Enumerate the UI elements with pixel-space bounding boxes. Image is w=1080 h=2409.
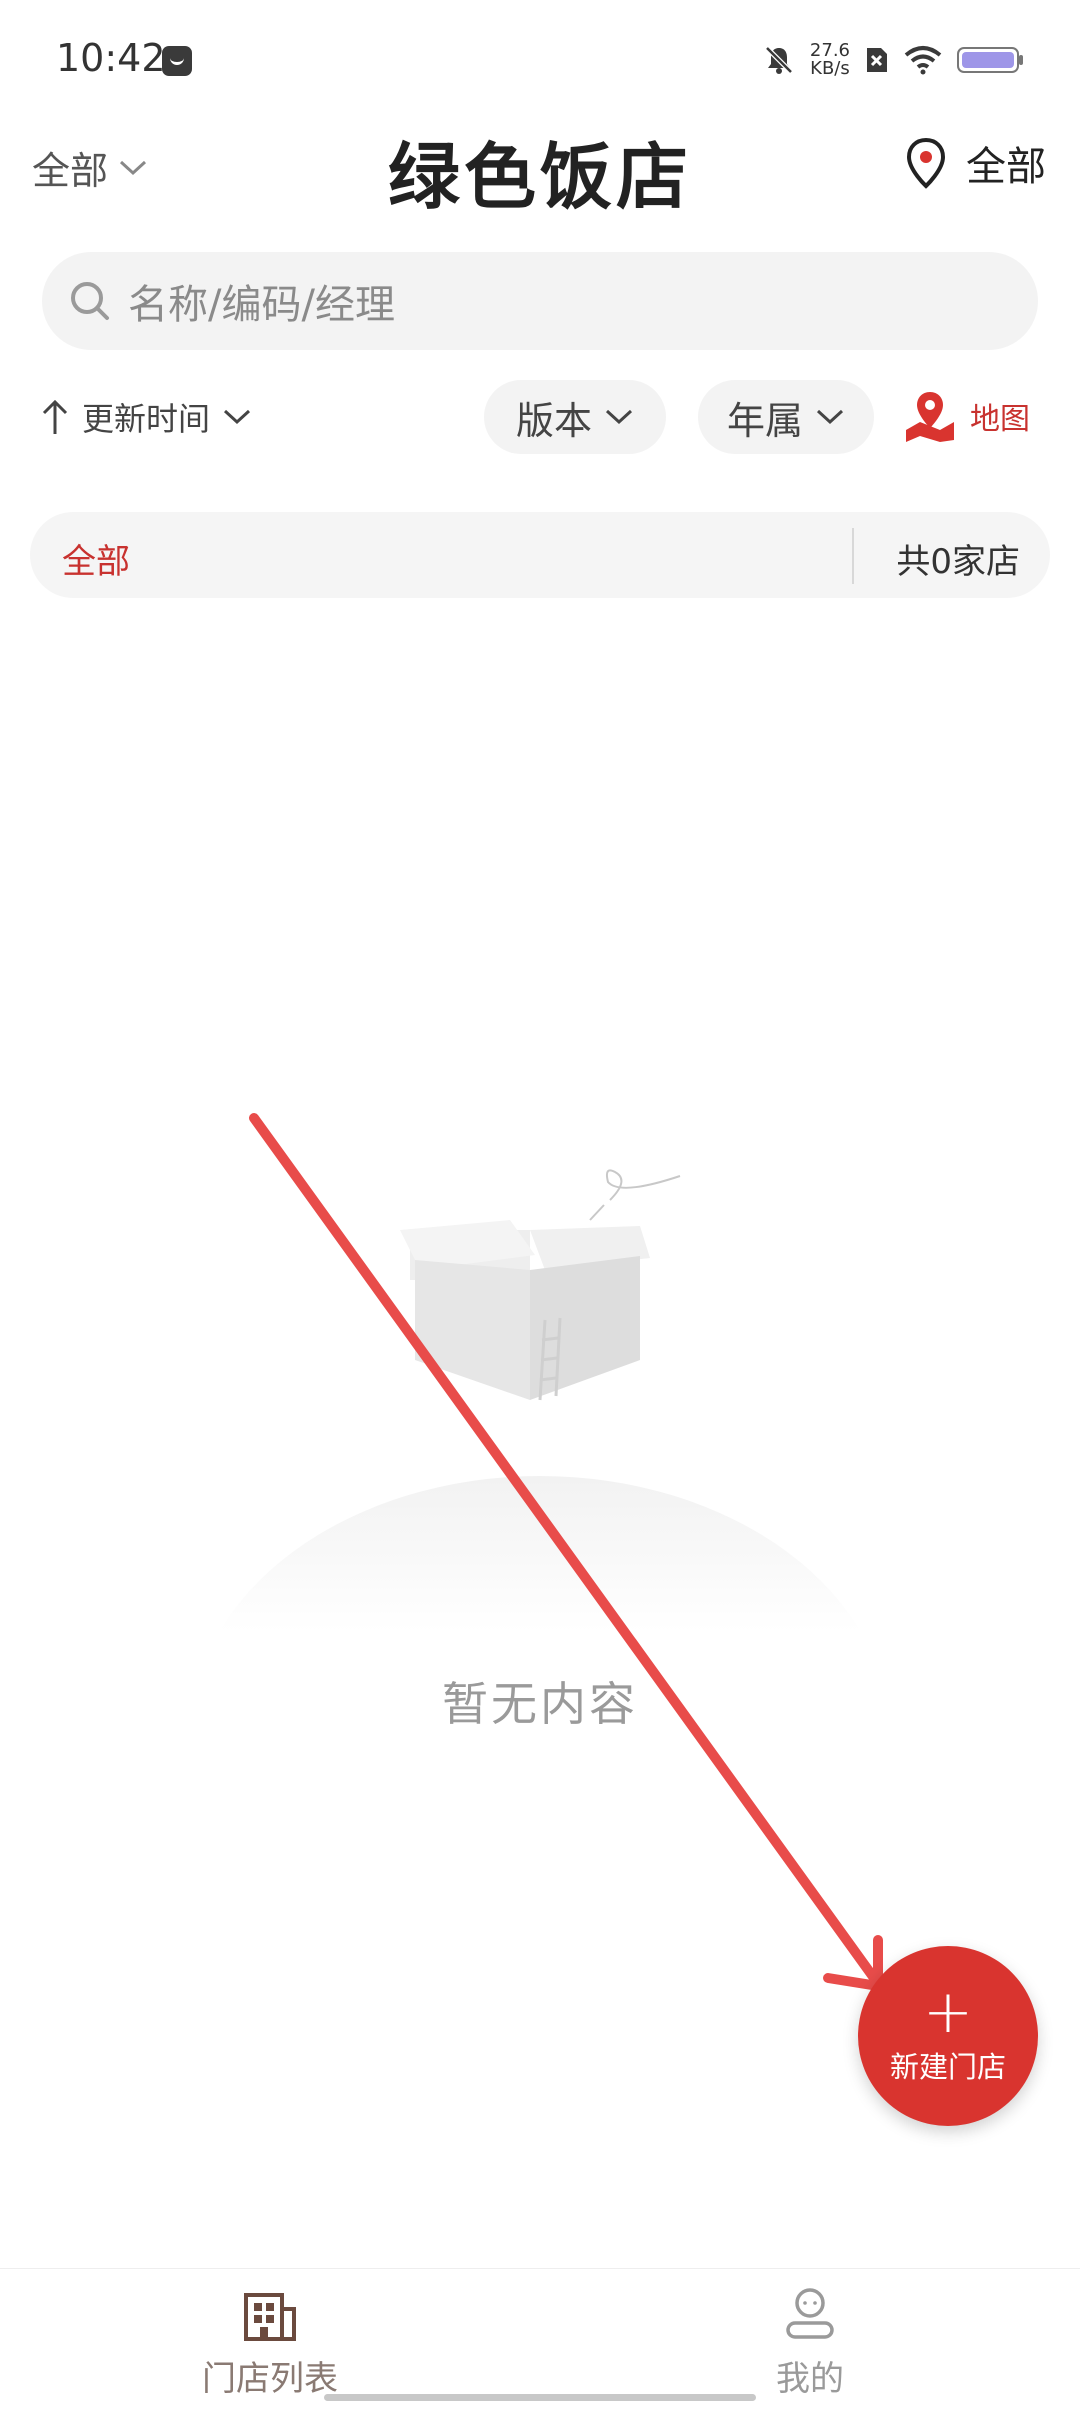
tab-all[interactable]: 全部 bbox=[62, 534, 130, 583]
version-filter[interactable]: 版本 bbox=[484, 380, 666, 454]
network-speed-unit: KB/s bbox=[810, 58, 850, 79]
nav-mine[interactable]: 我的 bbox=[710, 2285, 910, 2400]
location-label: 全部 bbox=[966, 144, 1046, 190]
chevron-down-icon bbox=[224, 409, 251, 425]
category-bar: 全部 共0家店 bbox=[30, 512, 1050, 598]
message-icon bbox=[162, 46, 192, 76]
version-label: 版本 bbox=[515, 398, 592, 443]
empty-state-text: 暂无内容 bbox=[442, 1677, 638, 1731]
empty-box-icon bbox=[400, 1169, 681, 1401]
home-indicator[interactable] bbox=[324, 2394, 756, 2401]
network-speed: 27.6 KB/s bbox=[810, 42, 850, 78]
plus-icon: + bbox=[922, 1977, 974, 2047]
sort-label: 更新时间 bbox=[82, 400, 211, 438]
battery-icon bbox=[957, 47, 1023, 73]
map-label: 地图 bbox=[970, 402, 1030, 437]
search-input[interactable]: 名称/编码/经理 bbox=[42, 252, 1038, 350]
search-placeholder: 名称/编码/经理 bbox=[128, 282, 395, 328]
year-label: 年属 bbox=[726, 398, 803, 443]
chevron-down-icon bbox=[605, 409, 633, 425]
map-pin-icon bbox=[906, 392, 954, 442]
status-time: 10:42 bbox=[56, 36, 166, 80]
profile-icon bbox=[786, 2288, 834, 2339]
bottom-nav: 门店列表 我的 bbox=[0, 2268, 1080, 2409]
nav-store-list-label: 门店列表 bbox=[202, 2359, 338, 2399]
year-filter[interactable]: 年属 bbox=[698, 380, 874, 454]
search-icon bbox=[71, 282, 109, 320]
new-store-label: 新建门店 bbox=[889, 2050, 1006, 2084]
store-grid-icon bbox=[244, 2293, 296, 2341]
no-sim-icon bbox=[867, 48, 887, 72]
nav-store-list[interactable]: 门店列表 bbox=[170, 2285, 370, 2400]
map-button[interactable]: 地图 bbox=[902, 388, 1030, 444]
wifi-icon bbox=[904, 46, 942, 75]
new-store-button[interactable]: + 新建门店 bbox=[858, 1946, 1038, 2126]
location-filter[interactable]: 全部 bbox=[904, 134, 1046, 192]
nav-mine-label: 我的 bbox=[776, 2359, 844, 2399]
store-count: 共0家店 bbox=[896, 542, 1020, 582]
chevron-down-icon bbox=[816, 409, 844, 425]
sort-button[interactable]: 更新时间 bbox=[40, 394, 252, 440]
status-icons: 27.6 KB/s bbox=[762, 40, 1024, 80]
arrow-up-icon bbox=[42, 399, 68, 434]
mute-bell-icon bbox=[765, 46, 793, 74]
location-pin-icon bbox=[906, 137, 946, 189]
divider bbox=[852, 528, 854, 584]
